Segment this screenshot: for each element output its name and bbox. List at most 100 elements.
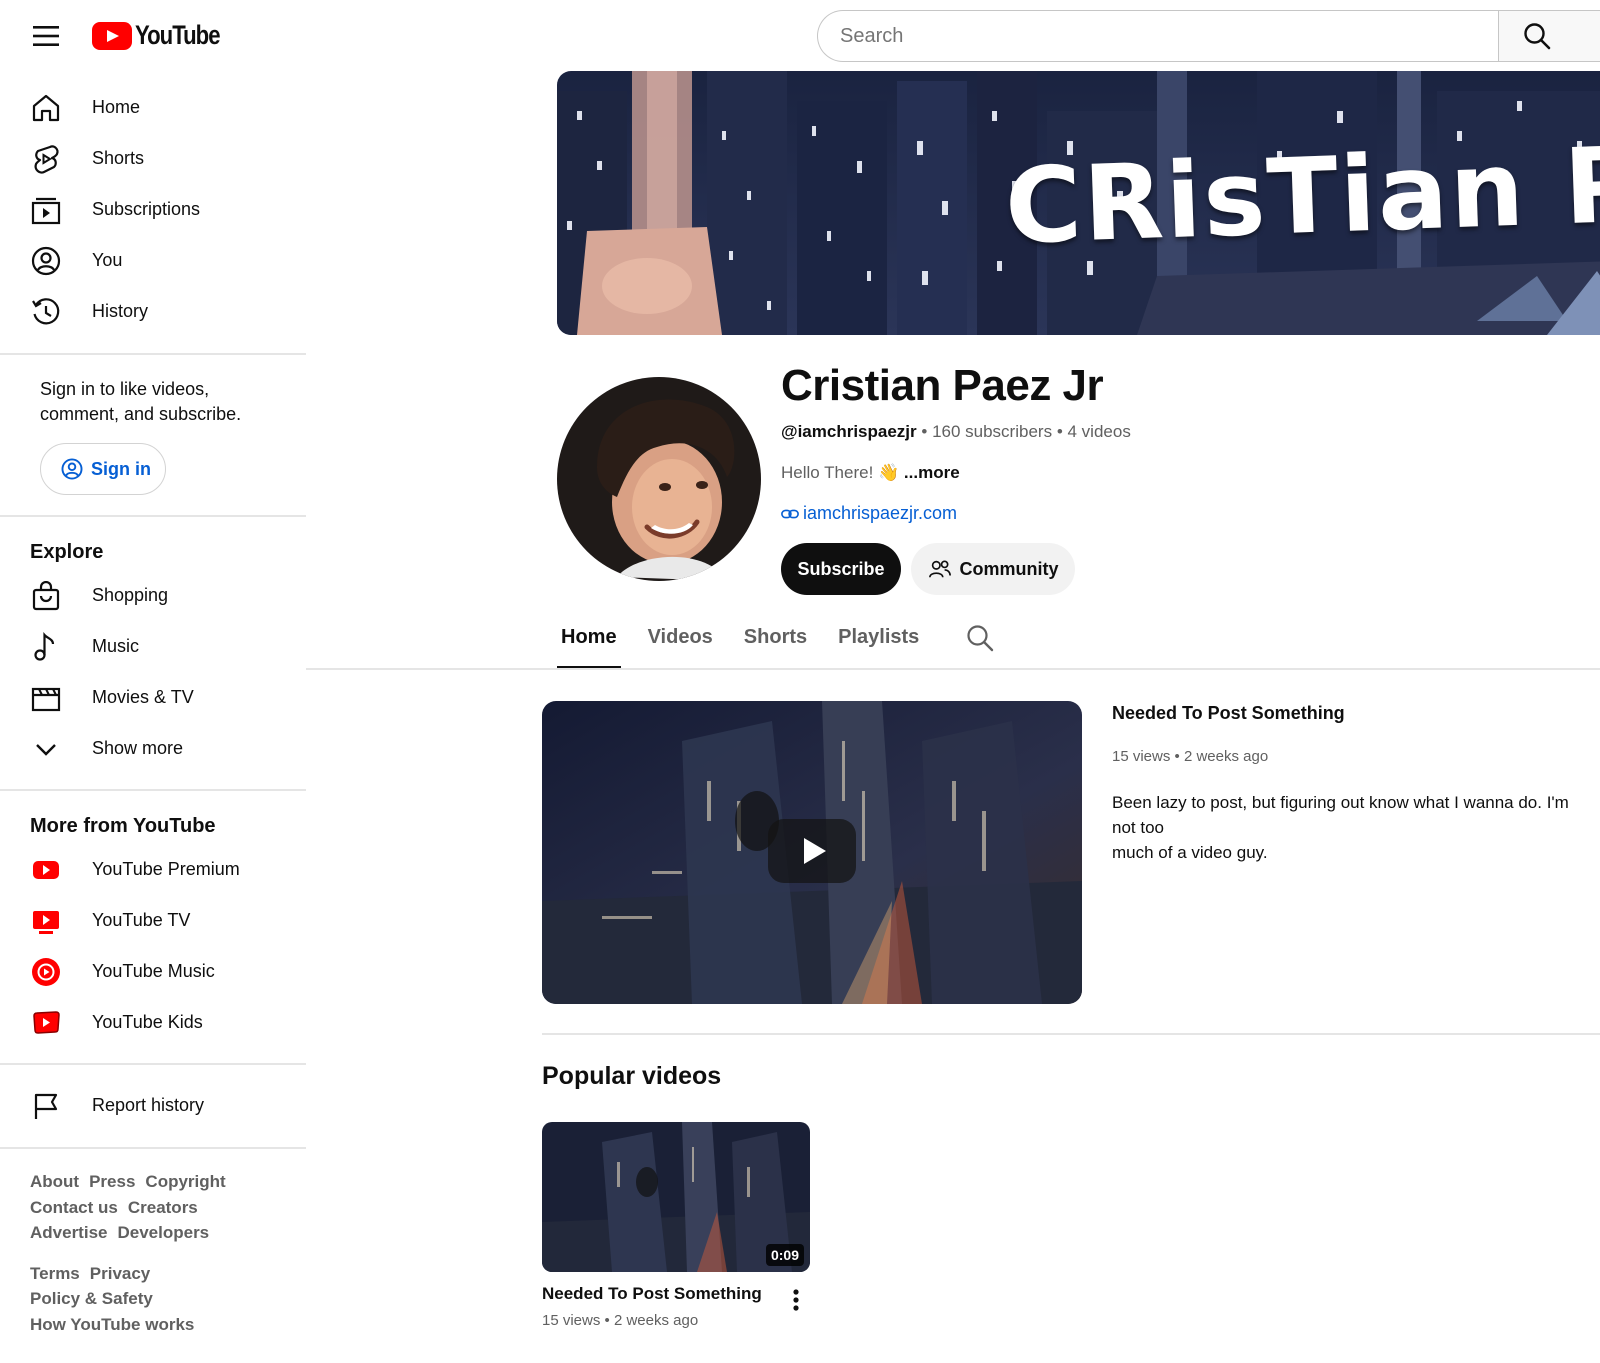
footer-link[interactable]: Press [89, 1172, 135, 1191]
upload-age: 2 weeks ago [613, 1312, 699, 1329]
footer-link[interactable]: About [30, 1172, 79, 1191]
video-count: 4 videos [1067, 422, 1131, 441]
search-icon [967, 625, 994, 652]
view-count: 15 views [1112, 748, 1171, 765]
channel-search-button[interactable] [966, 612, 994, 657]
popular-videos-heading: Popular videos [542, 1062, 722, 1090]
community-icon [928, 560, 951, 578]
history-icon [30, 296, 62, 328]
footer-link[interactable]: Privacy [90, 1264, 151, 1283]
signin-prompt: Sign in to like videos, comment, and sub… [40, 379, 242, 424]
channel-description[interactable]: Hello There! 👋 ...more [781, 463, 960, 483]
sidebar-item-music[interactable]: Music [0, 621, 306, 672]
community-button[interactable]: Community [911, 543, 1075, 595]
sidebar-item-subscriptions[interactable]: Subscriptions [0, 184, 306, 235]
subscriptions-icon [30, 194, 62, 226]
subscriber-count: 160 subscribers [932, 422, 1053, 441]
channel-handle: @iamchrispaezjr [781, 422, 917, 441]
search-button[interactable] [1497, 10, 1600, 62]
avatar-image [557, 377, 761, 581]
channel-link-text: iamchrispaezjr.com [803, 503, 958, 523]
logo-text: YouTube [135, 20, 221, 50]
footer-link[interactable]: How YouTube works [30, 1315, 194, 1334]
sidebar-item-movies-tv[interactable]: Movies & TV [0, 672, 306, 723]
tabs-divider [306, 668, 1600, 670]
footer-link[interactable]: Terms [30, 1264, 80, 1283]
sidebar-item-label: Shorts [92, 148, 145, 168]
sidebar-item-label: YouTube TV [92, 910, 191, 930]
sidebar-item-history[interactable]: History [0, 286, 306, 337]
channel-link[interactable]: iamchrispaezjr.com [781, 503, 957, 524]
footer-row: How YouTube works [30, 1312, 306, 1338]
youtube-logo-icon [92, 21, 132, 50]
sidebar-item-label: Show more [92, 738, 184, 758]
channel-avatar[interactable] [557, 377, 761, 581]
featured-video-player[interactable] [542, 701, 1082, 1004]
account-icon [30, 245, 62, 277]
description-more-link[interactable]: ...more [904, 463, 960, 482]
sidebar-item-shorts[interactable]: Shorts [0, 133, 306, 184]
footer-link[interactable]: Developers [117, 1223, 209, 1242]
footer-link[interactable]: Contact us [30, 1198, 118, 1217]
search-input[interactable] [817, 10, 1498, 62]
sidebar-item-show-more[interactable]: Show more [0, 723, 306, 774]
youtube-tv-icon [30, 905, 62, 937]
tab-playlists[interactable]: Playlists [838, 612, 919, 669]
footer-row: About Press Copyright [30, 1169, 306, 1195]
account-icon [61, 458, 83, 480]
tab-videos[interactable]: Videos [648, 612, 713, 669]
sign-in-button[interactable]: Sign in [40, 443, 166, 495]
youtube-kids-icon [30, 1007, 62, 1039]
sidebar-item-home[interactable]: Home [0, 82, 306, 133]
footer-row: Contact us Creators [30, 1195, 306, 1221]
sidebar-item-report-history[interactable]: Report history [0, 1080, 306, 1131]
video-meta: 15 views • 2 weeks ago [542, 1312, 698, 1329]
sign-in-label: Sign in [91, 458, 151, 479]
channel-name: Cristian Paez Jr [781, 361, 1104, 410]
video-duration: 0:09 [765, 1244, 804, 1266]
more-options-icon[interactable] [784, 1286, 808, 1314]
sidebar-item-label: Subscriptions [92, 199, 201, 219]
menu-icon[interactable] [26, 16, 66, 56]
flag-icon [30, 1090, 62, 1122]
meta-dot: • [921, 422, 933, 441]
footer-link[interactable]: Copyright [145, 1172, 225, 1191]
upload-age: 2 weeks ago [1183, 748, 1269, 765]
sidebar-item-youtube-tv[interactable]: YouTube TV [0, 895, 306, 946]
search-bar [817, 10, 1600, 62]
footer-gap [30, 1246, 306, 1261]
sidebar-item-label: YouTube Kids [92, 1012, 203, 1032]
video-thumbnail[interactable]: 0:09 [542, 1122, 810, 1272]
sidebar-item-youtube-kids[interactable]: YouTube Kids [0, 997, 306, 1048]
sidebar-item-you[interactable]: You [0, 235, 306, 286]
sidebar-item-label: History [92, 301, 149, 321]
footer-links: About Press Copyright Contact us Creators A… [0, 1149, 306, 1337]
sidebar-item-shopping[interactable]: Shopping [0, 570, 306, 621]
tab-home[interactable]: Home [557, 612, 621, 669]
link-icon [781, 509, 799, 518]
meta-dot: • [1056, 422, 1068, 441]
subscribe-button[interactable]: Subscribe [781, 543, 901, 595]
tab-shorts[interactable]: Shorts [744, 612, 807, 669]
music-note-icon [30, 631, 62, 663]
sidebar-item-label: Shopping [92, 585, 169, 605]
more-from-youtube-heading: More from YouTube [30, 815, 216, 837]
youtube-channel-page: YouTube Home Shorts Subscriptions [0, 0, 1600, 1363]
play-icon[interactable] [768, 819, 856, 883]
footer-link[interactable]: Creators [128, 1198, 198, 1217]
footer-link[interactable]: Advertise [30, 1223, 107, 1242]
shopping-bag-icon [30, 580, 62, 612]
description-text: Hello There! 👋 [781, 463, 900, 482]
community-label: Community [959, 558, 1059, 579]
youtube-logo[interactable]: YouTube [92, 20, 238, 51]
youtube-premium-icon [30, 854, 62, 886]
sidebar-item-youtube-music[interactable]: YouTube Music [0, 946, 306, 997]
featured-video-meta: 15 views • 2 weeks ago [1112, 748, 1268, 765]
video-title[interactable]: Needed To Post Something [542, 1284, 762, 1304]
meta-dot: • [604, 1312, 614, 1329]
youtube-music-icon [30, 956, 62, 988]
sidebar-item-youtube-premium[interactable]: YouTube Premium [0, 844, 306, 895]
footer-link[interactable]: Policy & Safety [30, 1289, 153, 1308]
featured-video-title[interactable]: Needed To Post Something [1112, 703, 1345, 724]
channel-banner: CRisTian Paez [557, 71, 1600, 335]
